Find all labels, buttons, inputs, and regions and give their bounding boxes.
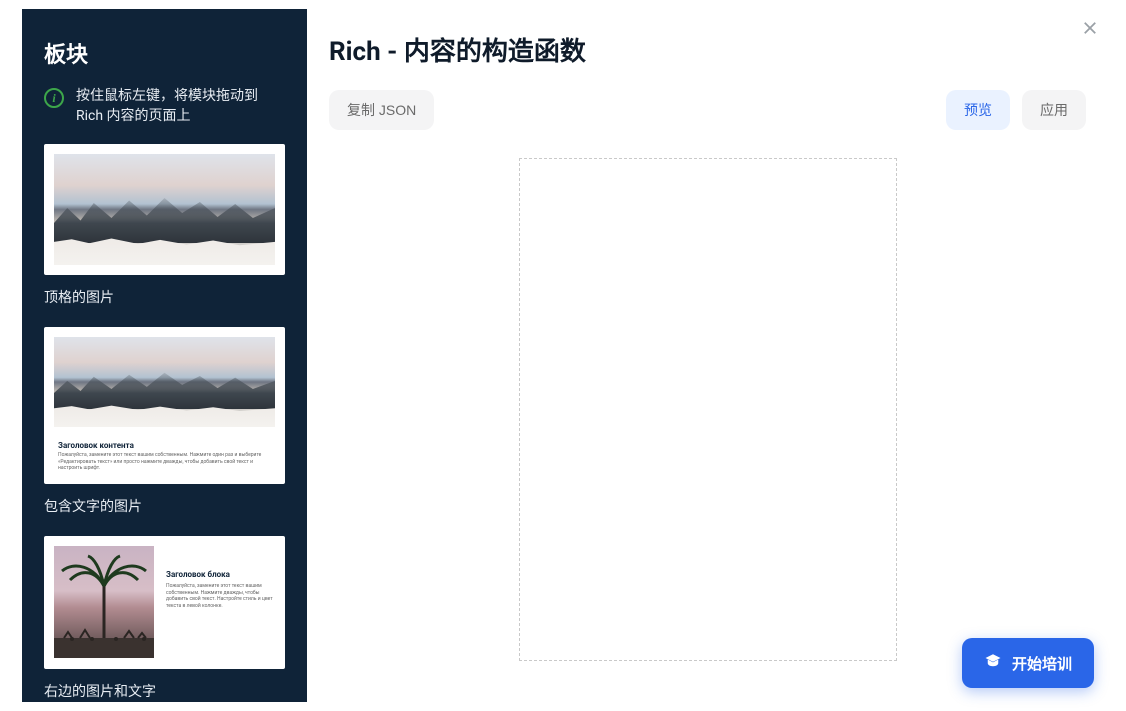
apply-button[interactable]: 应用 bbox=[1022, 90, 1086, 130]
thumb-title: Заголовок блока bbox=[166, 570, 275, 579]
palm-image bbox=[54, 546, 154, 658]
page-title: Rich - 内容的构造函数 bbox=[329, 31, 1086, 68]
modal: 板块 i 按住鼠标左键，将模块拖动到 Rich 内容的页面上 顶格的图片 Заг… bbox=[22, 9, 1108, 702]
thumb-body: Пожалуйста, замените этот текст вашим со… bbox=[166, 583, 275, 609]
thumb-body: Пожалуйста, замените этот текст вашим со… bbox=[58, 452, 271, 472]
graduation-cap-icon bbox=[984, 652, 1002, 674]
preview-button[interactable]: 预览 bbox=[946, 90, 1010, 130]
toolbar: 复制 JSON 预览 应用 bbox=[329, 90, 1086, 130]
info-icon: i bbox=[44, 88, 64, 108]
template-caption: 右边的图片和文字 bbox=[44, 681, 285, 701]
template-caption: 包含文字的图片 bbox=[44, 496, 285, 516]
template-thumb-image-top[interactable] bbox=[44, 144, 285, 275]
info-text: 按住鼠标左键，将模块拖动到 Rich 内容的页面上 bbox=[76, 87, 285, 126]
start-training-label: 开始培训 bbox=[1012, 653, 1072, 674]
template-item: Заголовок контента Пожалуйста, замените … bbox=[44, 327, 285, 516]
thumb-text-block: Заголовок контента Пожалуйста, замените … bbox=[54, 435, 275, 472]
mountain-image bbox=[54, 154, 275, 265]
main: Rich - 内容的构造函数 复制 JSON 预览 应用 开始培训 bbox=[307, 9, 1108, 702]
sidebar-title: 板块 bbox=[44, 37, 285, 69]
template-item: Заголовок блока Пожалуйста, замените это… bbox=[44, 536, 285, 701]
copy-json-button[interactable]: 复制 JSON bbox=[329, 90, 434, 130]
drop-canvas[interactable] bbox=[519, 158, 897, 661]
mountain-image bbox=[54, 337, 275, 427]
thumb-title: Заголовок контента bbox=[58, 441, 271, 450]
thumb-text-block: Заголовок блока Пожалуйста, замените это… bbox=[166, 546, 275, 659]
template-thumb-image-with-text[interactable]: Заголовок контента Пожалуйста, замените … bbox=[44, 327, 285, 484]
template-item: 顶格的图片 bbox=[44, 144, 285, 307]
template-caption: 顶格的图片 bbox=[44, 287, 285, 307]
start-training-button[interactable]: 开始培训 bbox=[962, 638, 1094, 688]
info-row: i 按住鼠标左键，将模块拖动到 Rich 内容的页面上 bbox=[44, 87, 285, 126]
sidebar: 板块 i 按住鼠标左键，将模块拖动到 Rich 内容的页面上 顶格的图片 Заг… bbox=[22, 9, 307, 702]
template-thumb-image-right-text[interactable]: Заголовок блока Пожалуйста, замените это… bbox=[44, 536, 285, 669]
